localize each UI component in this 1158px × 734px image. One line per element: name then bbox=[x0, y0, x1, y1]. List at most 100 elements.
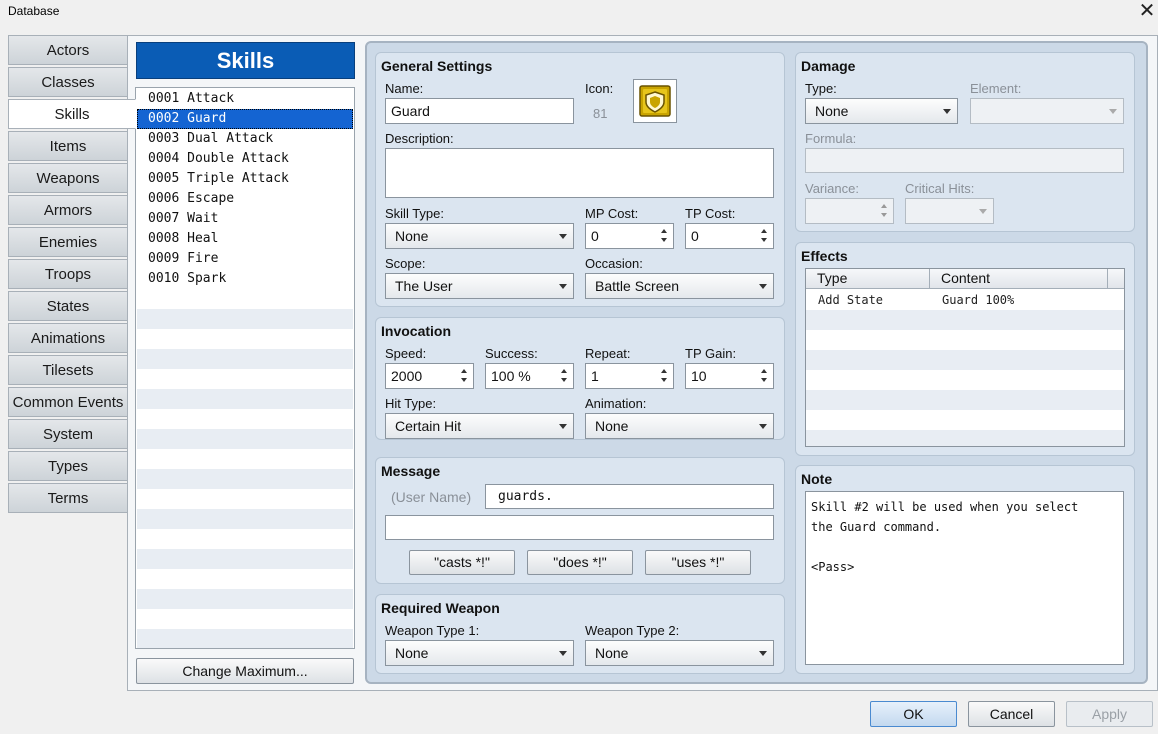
table-row[interactable]: Add State Guard 100% bbox=[806, 290, 1124, 310]
hit-type-value: Certain Hit bbox=[395, 418, 462, 434]
message-line1-field[interactable]: guards. bbox=[485, 484, 774, 509]
tp-gain-stepper[interactable]: 10 bbox=[685, 363, 774, 389]
spin-down-icon[interactable] bbox=[761, 238, 767, 242]
general-settings-title: General Settings bbox=[381, 58, 493, 74]
invocation-title: Invocation bbox=[381, 323, 452, 339]
column-header-content[interactable]: Content bbox=[930, 269, 1108, 289]
chevron-down-icon bbox=[979, 209, 987, 214]
weapon-type1-select[interactable]: None bbox=[385, 640, 574, 666]
tab-animations[interactable]: Animations bbox=[8, 323, 128, 353]
spin-down-icon[interactable] bbox=[661, 378, 667, 382]
tab-armors[interactable]: Armors bbox=[8, 195, 128, 225]
message-title: Message bbox=[381, 463, 441, 479]
spin-down-icon[interactable] bbox=[761, 378, 767, 382]
note-field[interactable]: Skill #2 will be used when you select th… bbox=[805, 491, 1124, 665]
hit-type-select[interactable]: Certain Hit bbox=[385, 413, 574, 439]
spin-down-icon[interactable] bbox=[881, 213, 887, 217]
ok-button[interactable]: OK bbox=[870, 701, 957, 727]
tab-classes[interactable]: Classes bbox=[8, 67, 128, 97]
description-field[interactable] bbox=[385, 148, 774, 198]
list-item[interactable]: 0008 Heal bbox=[137, 229, 353, 249]
empty-row bbox=[806, 430, 1124, 446]
spin-down-icon[interactable] bbox=[561, 378, 567, 382]
effect-type-cell: Add State bbox=[818, 293, 884, 307]
tab-troops[interactable]: Troops bbox=[8, 259, 128, 289]
empty-row bbox=[137, 509, 353, 529]
scope-label: Scope: bbox=[385, 256, 426, 271]
spin-up-icon[interactable] bbox=[661, 229, 667, 233]
chevron-down-icon bbox=[559, 284, 567, 289]
spin-up-icon[interactable] bbox=[561, 369, 567, 373]
spin-up-icon[interactable] bbox=[761, 229, 767, 233]
tab-weapons[interactable]: Weapons bbox=[8, 163, 128, 193]
repeat-label: Repeat: bbox=[585, 346, 631, 361]
list-item[interactable]: 0003 Dual Attack bbox=[137, 129, 353, 149]
weapon-type2-label: Weapon Type 2: bbox=[585, 623, 680, 638]
list-item[interactable]: 0004 Double Attack bbox=[137, 149, 353, 169]
animation-label: Animation: bbox=[585, 396, 647, 411]
message-line2-field[interactable] bbox=[385, 515, 774, 540]
repeat-stepper[interactable]: 1 bbox=[585, 363, 674, 389]
list-item[interactable]: 0010 Spark bbox=[137, 269, 353, 289]
chevron-down-icon bbox=[1109, 109, 1117, 114]
formula-field[interactable] bbox=[805, 148, 1124, 173]
tab-actors[interactable]: Actors bbox=[8, 35, 128, 65]
critical-hits-select[interactable] bbox=[905, 198, 994, 224]
mp-cost-stepper[interactable]: 0 bbox=[585, 223, 674, 249]
success-stepper[interactable]: 100 % bbox=[485, 363, 574, 389]
spin-up-icon[interactable] bbox=[881, 204, 887, 208]
scope-select[interactable]: The User bbox=[385, 273, 574, 299]
tab-system[interactable]: System bbox=[8, 419, 128, 449]
list-item-selected[interactable]: 0002 Guard bbox=[137, 109, 353, 129]
effects-table[interactable]: Type Content Add State Guard 100% bbox=[805, 268, 1125, 447]
weapon-type2-select[interactable]: None bbox=[585, 640, 774, 666]
element-select[interactable] bbox=[970, 98, 1124, 124]
apply-button[interactable]: Apply bbox=[1066, 701, 1153, 727]
spin-up-icon[interactable] bbox=[461, 369, 467, 373]
tp-cost-stepper[interactable]: 0 bbox=[685, 223, 774, 249]
tab-common-events[interactable]: Common Events bbox=[8, 387, 128, 417]
tab-skills[interactable]: Skills bbox=[8, 99, 136, 129]
list-item[interactable]: 0009 Fire bbox=[137, 249, 353, 269]
spin-down-icon[interactable] bbox=[461, 378, 467, 382]
list-item[interactable]: 0006 Escape bbox=[137, 189, 353, 209]
damage-type-select[interactable]: None bbox=[805, 98, 958, 124]
change-maximum-button[interactable]: Change Maximum... bbox=[136, 658, 354, 684]
empty-row bbox=[806, 310, 1124, 330]
skill-list[interactable]: 0001 Attack 0002 Guard 0003 Dual Attack … bbox=[135, 87, 355, 649]
tab-enemies[interactable]: Enemies bbox=[8, 227, 128, 257]
list-item[interactable]: 0005 Triple Attack bbox=[137, 169, 353, 189]
chevron-down-icon bbox=[559, 424, 567, 429]
does-button[interactable]: "does *!" bbox=[527, 550, 633, 575]
cancel-button[interactable]: Cancel bbox=[968, 701, 1055, 727]
close-icon[interactable]: ✕ bbox=[1136, 0, 1158, 23]
variance-label: Variance: bbox=[805, 181, 859, 196]
animation-select[interactable]: None bbox=[585, 413, 774, 439]
spin-up-icon[interactable] bbox=[761, 369, 767, 373]
spin-down-icon[interactable] bbox=[661, 238, 667, 242]
tab-tilesets[interactable]: Tilesets bbox=[8, 355, 128, 385]
list-item[interactable]: 0007 Wait bbox=[137, 209, 353, 229]
scope-value: The User bbox=[395, 278, 453, 294]
tab-items[interactable]: Items bbox=[8, 131, 128, 161]
weapon-type1-value: None bbox=[395, 645, 429, 661]
variance-stepper[interactable] bbox=[805, 198, 894, 224]
occasion-value: Battle Screen bbox=[595, 278, 680, 294]
guard-shield-icon[interactable] bbox=[633, 79, 677, 123]
tab-terms[interactable]: Terms bbox=[8, 483, 128, 513]
spin-up-icon[interactable] bbox=[661, 369, 667, 373]
tab-types[interactable]: Types bbox=[8, 451, 128, 481]
uses-button[interactable]: "uses *!" bbox=[645, 550, 751, 575]
tab-states[interactable]: States bbox=[8, 291, 128, 321]
column-header-type[interactable]: Type bbox=[806, 269, 930, 289]
name-field[interactable]: Guard bbox=[385, 98, 574, 124]
empty-row bbox=[137, 429, 353, 449]
casts-button[interactable]: "casts *!" bbox=[409, 550, 515, 575]
speed-stepper[interactable]: 2000 bbox=[385, 363, 474, 389]
list-item[interactable]: 0001 Attack bbox=[137, 89, 353, 109]
damage-type-value: None bbox=[815, 103, 849, 119]
skill-type-select[interactable]: None bbox=[385, 223, 574, 249]
tp-gain-value: 10 bbox=[691, 368, 707, 384]
description-label: Description: bbox=[385, 131, 454, 146]
occasion-select[interactable]: Battle Screen bbox=[585, 273, 774, 299]
